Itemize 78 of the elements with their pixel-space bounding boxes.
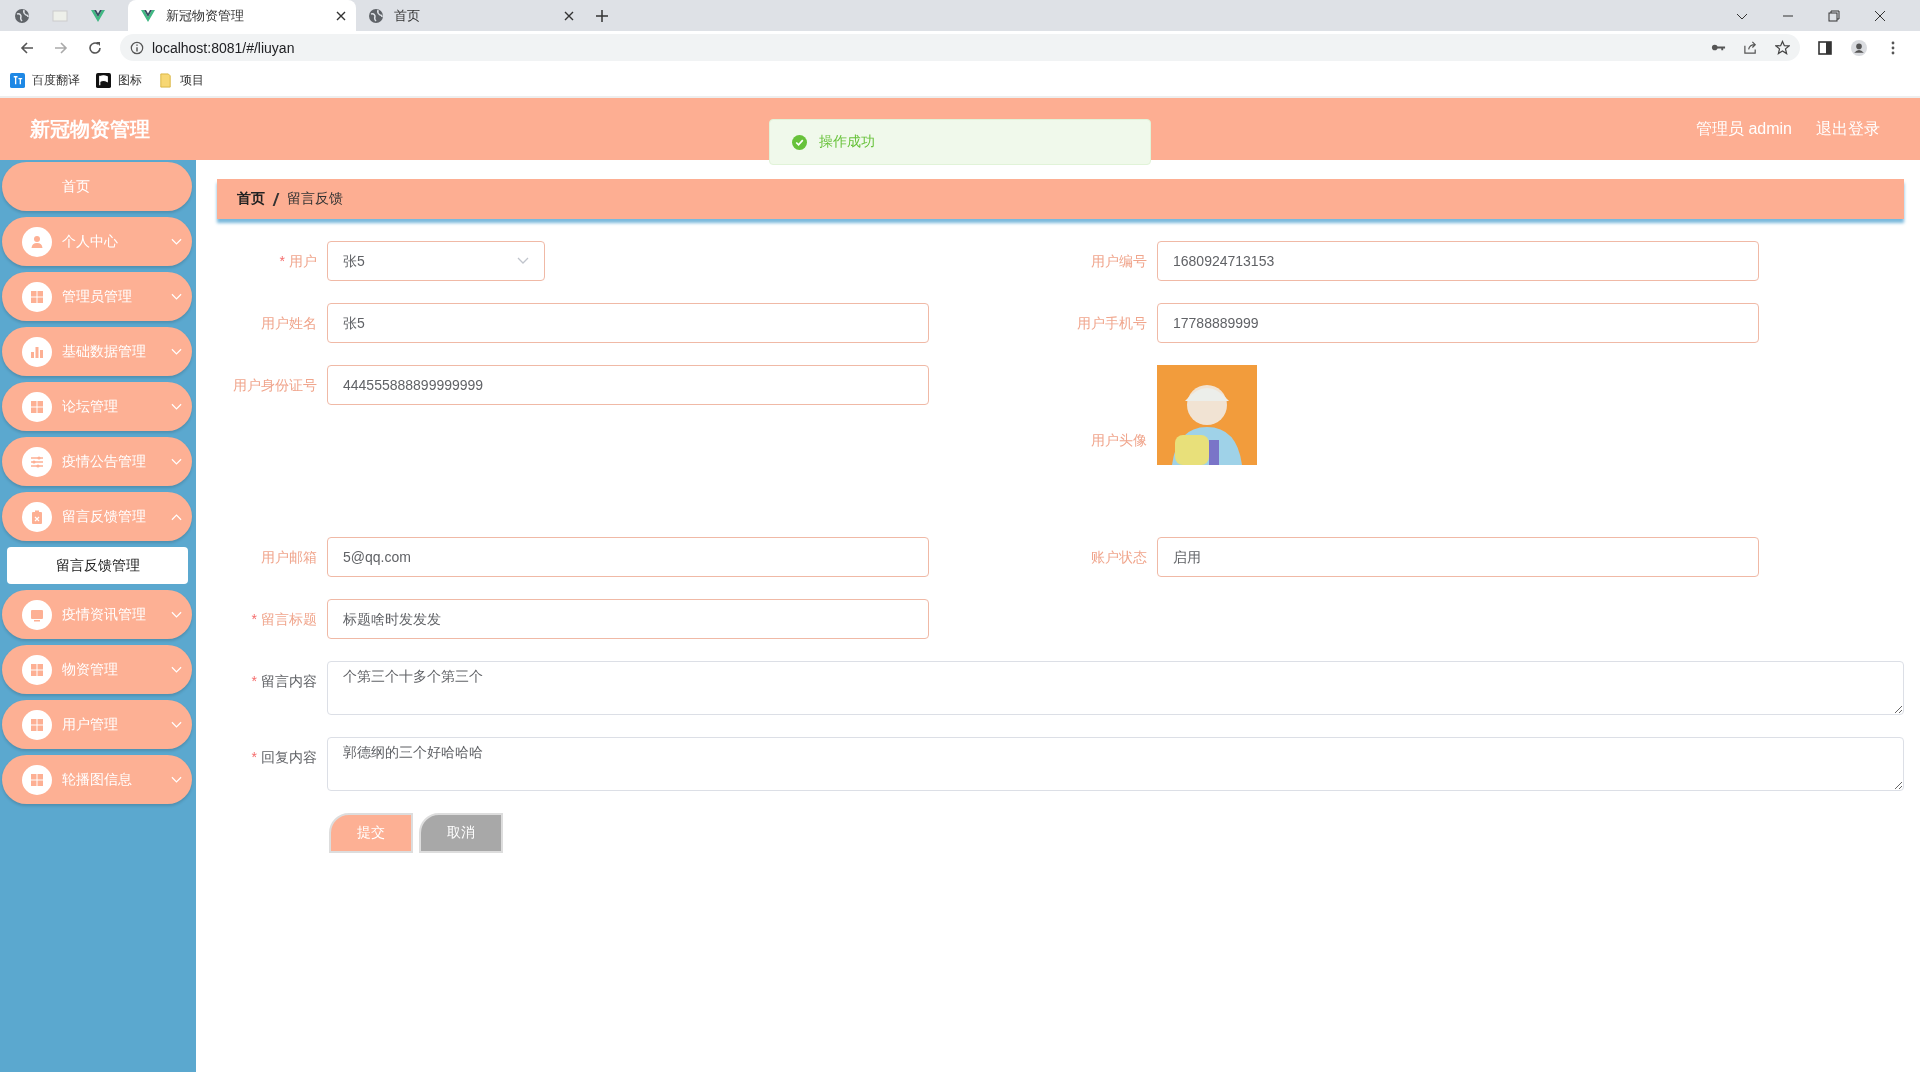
field-label: 用户手机号 <box>1077 315 1147 331</box>
flag-icon <box>96 72 111 88</box>
field-label: 账户状态 <box>1091 549 1147 565</box>
field-label: 用户编号 <box>1091 253 1147 269</box>
url-text: localhost:8081/#/liuyan <box>152 39 295 56</box>
globe-icon[interactable] <box>14 7 30 24</box>
field-label: 留言内容 <box>261 673 317 689</box>
toast-message: 操作成功 <box>819 133 875 151</box>
chevron-icon <box>171 237 182 246</box>
field-label: 回复内容 <box>261 749 317 765</box>
chevron-icon <box>171 347 182 356</box>
folder-icon <box>158 72 173 88</box>
app-title: 新冠物资管理 <box>30 116 150 142</box>
input-field[interactable]: 17788889999 <box>1157 303 1759 343</box>
close-icon[interactable] <box>1874 9 1886 22</box>
field-label: 留言标题 <box>261 611 317 627</box>
tab-title: 新冠物资管理 <box>166 6 245 25</box>
user-select[interactable]: 张5 <box>327 241 545 281</box>
submenu-item[interactable]: 留言反馈管理 <box>7 547 188 584</box>
field-label: 用户身份证号 <box>233 377 317 393</box>
required-mark: * <box>251 673 257 689</box>
translate-icon <box>10 72 25 88</box>
grid-icon <box>29 398 45 415</box>
grid-icon <box>29 771 45 788</box>
star-icon[interactable] <box>1775 40 1790 55</box>
input-field[interactable]: 张5 <box>327 303 929 343</box>
address-bar[interactable]: localhost:8081/#/liuyan <box>120 34 1800 61</box>
breadcrumb-link[interactable]: 留言反馈 <box>287 190 343 208</box>
browser-tab[interactable]: 新冠物资管理 <box>128 0 356 31</box>
v-logo-icon <box>140 7 156 24</box>
clipboard-icon <box>29 508 45 525</box>
input-field[interactable]: 444555888899999999 <box>327 365 929 405</box>
info-icon <box>130 40 144 55</box>
chevron-icon <box>171 665 182 674</box>
back-icon[interactable] <box>19 39 35 56</box>
chevron-icon <box>171 610 182 619</box>
text-area[interactable]: 郭德纲的三个好哈哈哈 <box>327 737 1904 791</box>
chevron-icon <box>171 720 182 729</box>
browser-tab[interactable]: 首页 <box>356 0 584 31</box>
bookmark[interactable]: 项目 <box>158 71 204 89</box>
chevron-icon <box>171 457 182 466</box>
required-mark: * <box>279 253 285 269</box>
close-icon[interactable] <box>564 10 574 21</box>
user-label: 管理员 admin <box>1695 118 1792 139</box>
grid-icon <box>29 288 45 305</box>
chevron-icon <box>171 402 182 411</box>
v-logo-icon[interactable] <box>90 7 106 24</box>
reload-icon[interactable] <box>87 39 103 56</box>
bookmark[interactable]: 百度翻译 <box>10 71 80 89</box>
grid-icon <box>29 716 45 733</box>
input-field[interactable]: 5@qq.com <box>327 537 929 577</box>
side-panel-icon[interactable] <box>1817 39 1833 56</box>
tab-title: 首页 <box>394 6 421 25</box>
chevron-icon <box>171 775 182 784</box>
close-icon[interactable] <box>336 10 346 21</box>
input-field[interactable]: 1680924713153 <box>1157 241 1759 281</box>
chevron-down-icon <box>517 257 529 265</box>
restore-icon[interactable] <box>1828 9 1840 22</box>
new-tab-icon[interactable] <box>596 9 608 22</box>
chevron-icon <box>171 512 182 521</box>
breadcrumb-link[interactable]: 首页 <box>237 190 265 208</box>
field-label: 用户 <box>289 253 317 269</box>
input-field[interactable]: 标题啥时发发发 <box>327 599 929 639</box>
bookmark[interactable]: 图标 <box>96 71 142 89</box>
field-label: 用户邮箱 <box>261 549 317 565</box>
share-icon[interactable] <box>1743 40 1758 55</box>
profile-icon[interactable] <box>1851 39 1867 56</box>
chevron-icon <box>171 292 182 301</box>
globe-icon <box>368 7 384 24</box>
input-field[interactable]: 启用 <box>1157 537 1759 577</box>
required-mark: * <box>251 611 257 627</box>
required-mark: * <box>251 749 257 765</box>
grid-icon <box>29 661 45 678</box>
user-icon <box>29 233 45 250</box>
text-area[interactable]: 个第三个十多个第三个 <box>327 661 1904 715</box>
check-circle-icon <box>792 134 807 150</box>
field-label: 用户头像 <box>1091 432 1147 448</box>
field-label: 用户姓名 <box>261 315 317 331</box>
